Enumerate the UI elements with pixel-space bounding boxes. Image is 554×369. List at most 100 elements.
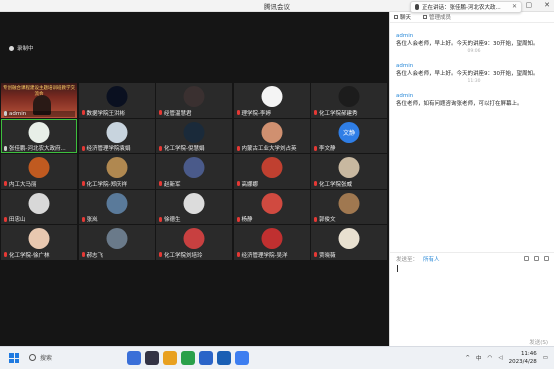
message-time: 09:06 [467, 49, 481, 54]
microphone-muted-icon [314, 110, 317, 115]
panel-tabs: 聊天 管理成员 [390, 12, 554, 23]
emoji-icon[interactable] [524, 256, 529, 261]
tab-manage-members[interactable]: 管理成员 [423, 13, 451, 21]
input-language[interactable]: 中 [476, 354, 482, 362]
microphone-icon [415, 4, 419, 10]
participant-name: 化工学院-郑庆祥 [86, 181, 128, 188]
participant-label: 田忠山 [4, 215, 75, 223]
participant-label: 杨静 [236, 215, 308, 223]
microphone-muted-icon [81, 110, 85, 115]
participant-name: 化工学院-徐广林 [9, 252, 50, 259]
text-caret [397, 265, 398, 272]
avatar [338, 86, 360, 107]
image-icon[interactable] [534, 256, 539, 261]
participant-label: 内蒙古工业大学刘占英 [236, 144, 308, 152]
app-2-icon[interactable] [145, 351, 159, 365]
microphone-muted-icon [236, 145, 240, 151]
participant-tile [1, 260, 77, 295]
microphone-muted-icon [81, 145, 85, 151]
chat-panel: 聊天 管理成员 admin 各位人会老师，早上好。今天的讲座9：30开始，望周知… [389, 12, 554, 346]
microphone-muted-icon [81, 252, 85, 257]
windows-start-icon[interactable] [9, 353, 19, 363]
participant-tile[interactable]: 高娜娜 [233, 154, 310, 189]
tab-chat[interactable]: 聊天 [394, 13, 411, 21]
avatar [261, 228, 282, 249]
participant-name: 郝志飞 [86, 252, 104, 259]
participant-name: 杨静 [241, 217, 253, 223]
participant-label: 高娜娜 [236, 180, 308, 188]
participant-tile[interactable]: 经济管理学院-吴洋 [233, 225, 310, 260]
tab-chat-label: 聊天 [400, 15, 412, 21]
participant-tile[interactable]: 专创融合课程建设主题培训班教学交流会admin [1, 83, 77, 118]
app-3-icon[interactable] [163, 351, 177, 365]
recording-indicator[interactable]: 录制中 [9, 44, 34, 52]
file-icon[interactable] [544, 256, 549, 261]
meeting-area: 录制中 专创融合课程建设主题培训班教学交流会admin 数据学院王洪彬 经管温慧君 理… [0, 12, 389, 346]
volume-icon[interactable]: ◁ [498, 355, 502, 361]
message-sender: admin [396, 33, 414, 39]
participant-tile[interactable]: 内蒙古工业大学刘占英 [233, 118, 310, 153]
app-4-icon[interactable] [181, 351, 195, 365]
participant-tile[interactable]: 文静 李文静 [311, 118, 387, 153]
participant-name: 内蒙古工业大学刘占英 [241, 146, 297, 152]
participant-tile[interactable]: 郭俊文 [311, 189, 387, 224]
microphone-muted-icon [236, 252, 240, 257]
app-6-icon[interactable] [217, 351, 231, 365]
participant-tile[interactable]: 杨静 [233, 189, 310, 224]
clock[interactable]: 11:46 2023/4/28 [509, 350, 537, 366]
microphone-muted-icon [159, 181, 162, 186]
participant-tile[interactable]: 张佳鹏-河北农大政府... [1, 118, 77, 153]
app-7-icon[interactable] [235, 351, 249, 365]
participant-label: 李文静 [314, 144, 385, 152]
chat-message: admin 各位人会老师，早上好。今天的讲座9：30开始，望周知。 11:30 [396, 62, 552, 85]
participant-tile[interactable]: 化工学院-郑庆祥 [78, 154, 155, 189]
app-5-icon[interactable] [199, 351, 213, 365]
participant-tile[interactable]: 化工学院张威 [311, 154, 387, 189]
avatar [261, 192, 282, 214]
wifi-icon[interactable]: ◠ [488, 355, 493, 361]
notification-center-icon[interactable]: ▭ [543, 355, 548, 361]
avatar [261, 86, 282, 107]
participant-tile[interactable]: 贾晓薇 [311, 225, 387, 260]
send-to-select[interactable]: 所有人 [423, 255, 440, 263]
participant-label: 贾晓薇 [314, 251, 385, 259]
participant-name: 贾晓薇 [319, 252, 336, 259]
participant-tile[interactable]: 赵新军 [156, 154, 232, 189]
participant-label: 张岚 [81, 215, 153, 223]
tray-chevron-icon[interactable]: ^ [465, 355, 470, 361]
maximize-icon[interactable]: ▢ [526, 1, 533, 9]
members-icon [423, 15, 428, 19]
participant-tile[interactable]: 化工学院-徐广林 [1, 225, 77, 260]
participant-tile[interactable]: 郝志飞 [78, 225, 155, 260]
participant-tile[interactable]: 化工学院郝建秀 [311, 83, 387, 118]
participant-tile[interactable]: 经济管理学院袁娟 [78, 118, 155, 153]
clock-date: 2023/4/28 [508, 359, 537, 365]
microphone-muted-icon [159, 145, 162, 151]
participant-label: 经管温慧君 [159, 109, 230, 117]
participant-tile[interactable]: 数据学院王洪彬 [78, 83, 155, 118]
participant-tile[interactable]: 内工大马丽 [1, 154, 77, 189]
participant-tile[interactable]: 经管温慧君 [156, 83, 232, 118]
participant-label: 化工学院刘培玲 [159, 251, 230, 259]
participant-tile[interactable]: 化工学院刘培玲 [156, 225, 232, 260]
participant-tile[interactable]: 理学院-李婷 [233, 83, 310, 118]
participant-name: 内工大马丽 [9, 181, 37, 188]
participant-grid: 专创融合课程建设主题培训班教学交流会admin 数据学院王洪彬 经管温慧君 理学院-李… [1, 83, 387, 295]
participant-tile[interactable]: 化工学院-倪慧娟 [156, 118, 232, 153]
message-text: 各位老师，如有问题咨询张老师，可以打在屏幕上。 [396, 101, 523, 107]
participant-tile[interactable]: 徐德生 [156, 189, 232, 224]
notification-close-icon[interactable]: ✕ [512, 3, 517, 10]
participant-name: admin [9, 110, 27, 117]
message-text: 各位人会老师，早上好。今天的讲座9：30开始，望周知。 [396, 41, 539, 47]
participant-tile[interactable]: 田忠山 [1, 189, 77, 224]
microphone-muted-icon [159, 110, 162, 115]
send-to-label: 发送至： [396, 256, 419, 263]
avatar [106, 121, 127, 143]
send-button[interactable]: 发送(S) [529, 338, 548, 346]
taskbar-search[interactable]: 搜索 [29, 353, 52, 362]
microphone-muted-icon [81, 216, 85, 222]
chat-input[interactable] [394, 265, 551, 335]
close-icon[interactable]: ✕ [544, 1, 550, 9]
participant-tile[interactable]: 张岚 [78, 189, 155, 224]
app-1-icon[interactable] [127, 351, 141, 365]
